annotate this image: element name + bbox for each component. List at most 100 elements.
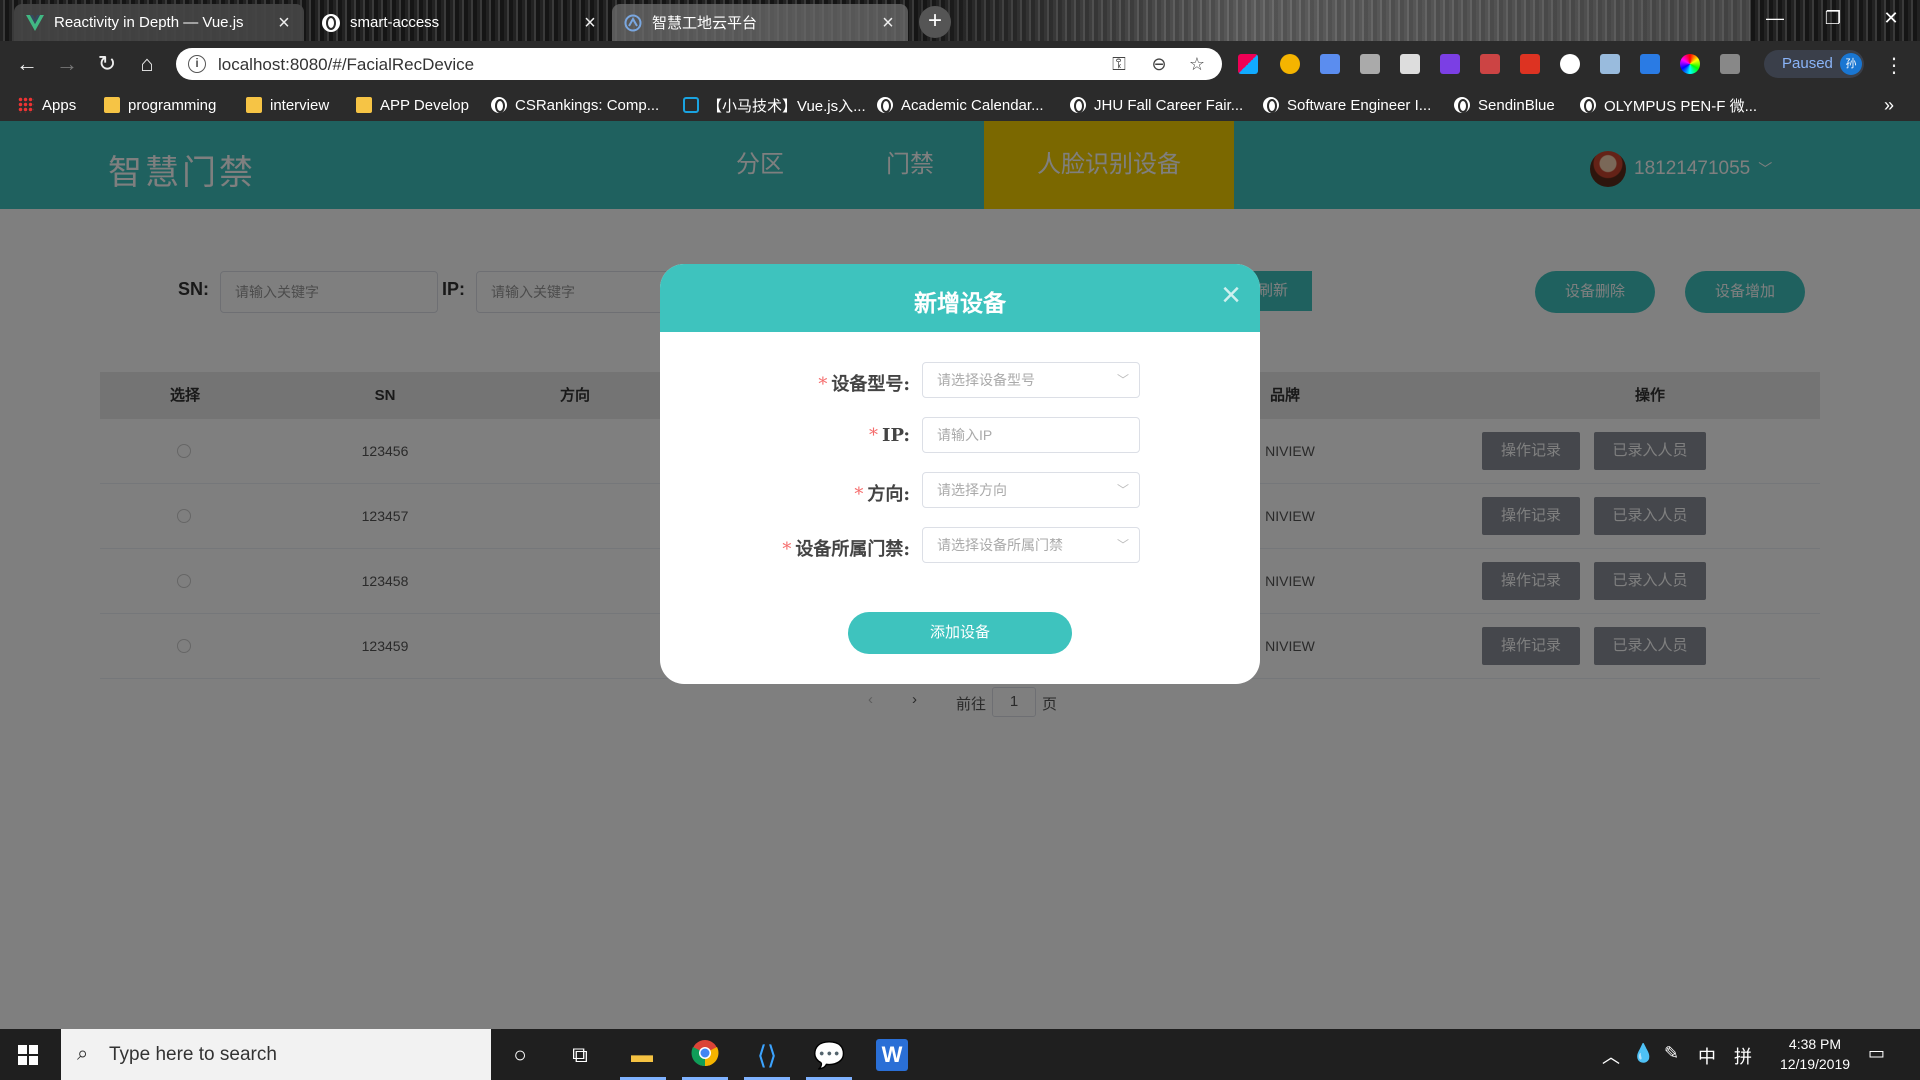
taskbar-search-box[interactable]: ⌕ Type here to search xyxy=(61,1029,491,1080)
globe-icon xyxy=(1070,97,1086,113)
direction-select[interactable]: 请选择方向 ﹀ xyxy=(922,472,1140,508)
folder-icon xyxy=(356,97,372,113)
bookmark-star-icon[interactable]: ☆ xyxy=(1186,53,1208,75)
tab-smart-access[interactable]: smart-access × xyxy=(310,4,610,41)
wechat-icon[interactable]: 💬 xyxy=(813,1039,845,1071)
bookmarks-bar: Apps programming interview APP Develop C… xyxy=(0,87,1920,121)
profile-avatar: 孙 xyxy=(1840,53,1862,75)
globe-icon xyxy=(1580,97,1596,113)
tab-title: 智慧工地云平台 xyxy=(652,15,758,32)
react-devtools-icon[interactable] xyxy=(1600,54,1620,74)
ime-language-indicator[interactable]: 中 xyxy=(1698,1043,1716,1069)
select-placeholder: 请选择设备所属门禁 xyxy=(937,537,1063,553)
reload-icon[interactable]: ↻ xyxy=(92,49,122,79)
globe-icon xyxy=(1263,97,1279,113)
task-view-icon[interactable]: ⧉ xyxy=(564,1039,596,1071)
bookmark-csrankings[interactable]: CSRankings: Comp... xyxy=(491,94,659,116)
windows-start-icon[interactable] xyxy=(18,1045,38,1065)
chrome-icon[interactable] xyxy=(689,1039,721,1071)
bookmark-vue-course[interactable]: 【小马技术】Vue.js入... xyxy=(683,94,866,116)
bookmark-academic-calendar[interactable]: Academic Calendar... xyxy=(877,94,1044,116)
bookmark-app-develop[interactable]: APP Develop xyxy=(356,94,469,116)
globe-icon xyxy=(1454,97,1470,113)
camera-extension-icon[interactable] xyxy=(1720,54,1740,74)
back-icon[interactable]: ← xyxy=(12,49,42,79)
extension-1-icon[interactable] xyxy=(1238,54,1258,74)
add-device-submit-button[interactable]: 添加设备 xyxy=(848,612,1072,654)
bookmark-label: 【小马技术】Vue.js入... xyxy=(707,97,866,115)
more-bookmarks-icon[interactable]: » xyxy=(1884,94,1894,116)
new-tab-button[interactable]: + xyxy=(919,6,951,38)
bookmark-label: CSRankings: Comp... xyxy=(515,96,660,114)
extension-3-icon[interactable] xyxy=(1360,54,1380,74)
pen-icon[interactable]: ✎ xyxy=(1664,1043,1679,1064)
bookmark-label: Software Engineer I... xyxy=(1287,96,1432,114)
close-tab-icon[interactable]: × xyxy=(582,13,598,33)
bookmark-programming[interactable]: programming xyxy=(104,94,216,116)
close-icon[interactable]: × xyxy=(1216,278,1246,312)
word-app-icon[interactable]: W xyxy=(876,1039,908,1071)
taskbar-search-placeholder: Type here to search xyxy=(109,1044,277,1065)
file-explorer-icon[interactable]: ▬ xyxy=(626,1039,658,1071)
add-device-dialog: 新增设备 × * 设备型号: 请选择设备型号 ﹀ * IP: 请输入IP * 方向: 请… xyxy=(660,264,1260,684)
url-text: localhost:8080/#/FacialRecDevice xyxy=(218,55,475,74)
windows-taskbar: ⌕ Type here to search ○ ⧉ ▬ ⟨⟩ 💬 W ︿ 💧 ✎… xyxy=(0,1029,1920,1080)
close-tab-icon[interactable]: × xyxy=(880,13,896,33)
device-model-label: * 设备型号: xyxy=(660,370,910,396)
ip-input[interactable]: 请输入IP xyxy=(922,417,1140,453)
restore-icon[interactable]: ❐ xyxy=(1804,0,1862,36)
profile-button[interactable]: Paused 孙 xyxy=(1764,50,1864,78)
folder-icon xyxy=(246,97,262,113)
browser-tab-strip: Reactivity in Depth — Vue.js × smart-acc… xyxy=(0,0,1920,41)
site-info-icon[interactable]: i xyxy=(188,55,206,73)
bookmark-career-fair[interactable]: JHU Fall Career Fair... xyxy=(1070,94,1243,116)
close-tab-icon[interactable]: × xyxy=(276,13,292,33)
bookmark-apps[interactable]: Apps xyxy=(18,94,76,116)
close-window-icon[interactable]: ✕ xyxy=(1862,0,1920,36)
tab-title: Reactivity in Depth — Vue.js xyxy=(54,14,244,31)
extension-6-icon[interactable] xyxy=(1480,54,1500,74)
extension-jh-icon[interactable] xyxy=(1640,54,1660,74)
minimize-icon[interactable]: — xyxy=(1746,0,1804,36)
notifications-icon[interactable]: ▭ xyxy=(1868,1043,1885,1064)
zoom-icon[interactable]: ⊖ xyxy=(1148,53,1170,75)
extension-2-icon[interactable] xyxy=(1280,54,1300,74)
browser-menu-icon[interactable]: ⋮ xyxy=(1884,53,1904,78)
rocket-extension-icon[interactable] xyxy=(1320,54,1340,74)
vue-icon xyxy=(26,14,44,32)
home-icon[interactable]: ⌂ xyxy=(132,49,162,79)
cortana-icon[interactable]: ○ xyxy=(504,1039,536,1071)
bookmark-olympus[interactable]: OLYMPUS PEN-F 微... xyxy=(1580,94,1757,116)
extension-4-icon[interactable] xyxy=(1400,54,1420,74)
show-hidden-icons[interactable]: ︿ xyxy=(1602,1043,1620,1069)
tab-vue-reactivity[interactable]: Reactivity in Depth — Vue.js × xyxy=(14,4,304,41)
app-page: 智慧门禁 分区 门禁 人脸识别设备 18121471055 ﹀ SN: 请输入关… xyxy=(0,121,1920,1029)
field-label-text: 设备所属门禁: xyxy=(795,539,910,560)
google-extension-icon[interactable] xyxy=(1560,54,1580,74)
ime-mode-indicator[interactable]: 拼 xyxy=(1734,1043,1752,1069)
bilibili-icon xyxy=(683,97,699,113)
address-bar[interactable]: i localhost:8080/#/FacialRecDevice ⚿ ⊖ ☆ xyxy=(176,48,1222,80)
device-model-select[interactable]: 请选择设备型号 ﹀ xyxy=(922,362,1140,398)
required-mark: * xyxy=(854,484,864,505)
color-picker-extension-icon[interactable] xyxy=(1680,54,1700,74)
dropbox-icon[interactable]: 💧 xyxy=(1632,1043,1654,1064)
bookmark-sendinblue[interactable]: SendinBlue xyxy=(1454,94,1555,116)
forward-icon[interactable]: → xyxy=(52,49,82,79)
required-mark: * xyxy=(869,425,879,446)
required-mark: * xyxy=(818,374,828,395)
clock-date: 12/19/2019 xyxy=(1779,1056,1851,1072)
vscode-icon[interactable]: ⟨⟩ xyxy=(751,1039,783,1071)
tab-smart-site-platform[interactable]: 智慧工地云平台 × xyxy=(612,4,908,41)
bookmark-label: Academic Calendar... xyxy=(901,96,1044,114)
system-clock[interactable]: 4:38 PM 12/19/2019 xyxy=(1770,1034,1860,1074)
dialog-title: 新增设备 xyxy=(914,290,1006,317)
platform-icon xyxy=(624,14,642,32)
key-icon[interactable]: ⚿ xyxy=(1108,53,1130,75)
access-gate-select[interactable]: 请选择设备所属门禁 ﹀ xyxy=(922,527,1140,563)
pdf-extension-icon[interactable] xyxy=(1520,54,1540,74)
extension-5-icon[interactable] xyxy=(1440,54,1460,74)
bookmark-software-engineer[interactable]: Software Engineer I... xyxy=(1263,94,1431,116)
bookmark-interview[interactable]: interview xyxy=(246,94,329,116)
field-label-text: 方向: xyxy=(867,484,910,505)
